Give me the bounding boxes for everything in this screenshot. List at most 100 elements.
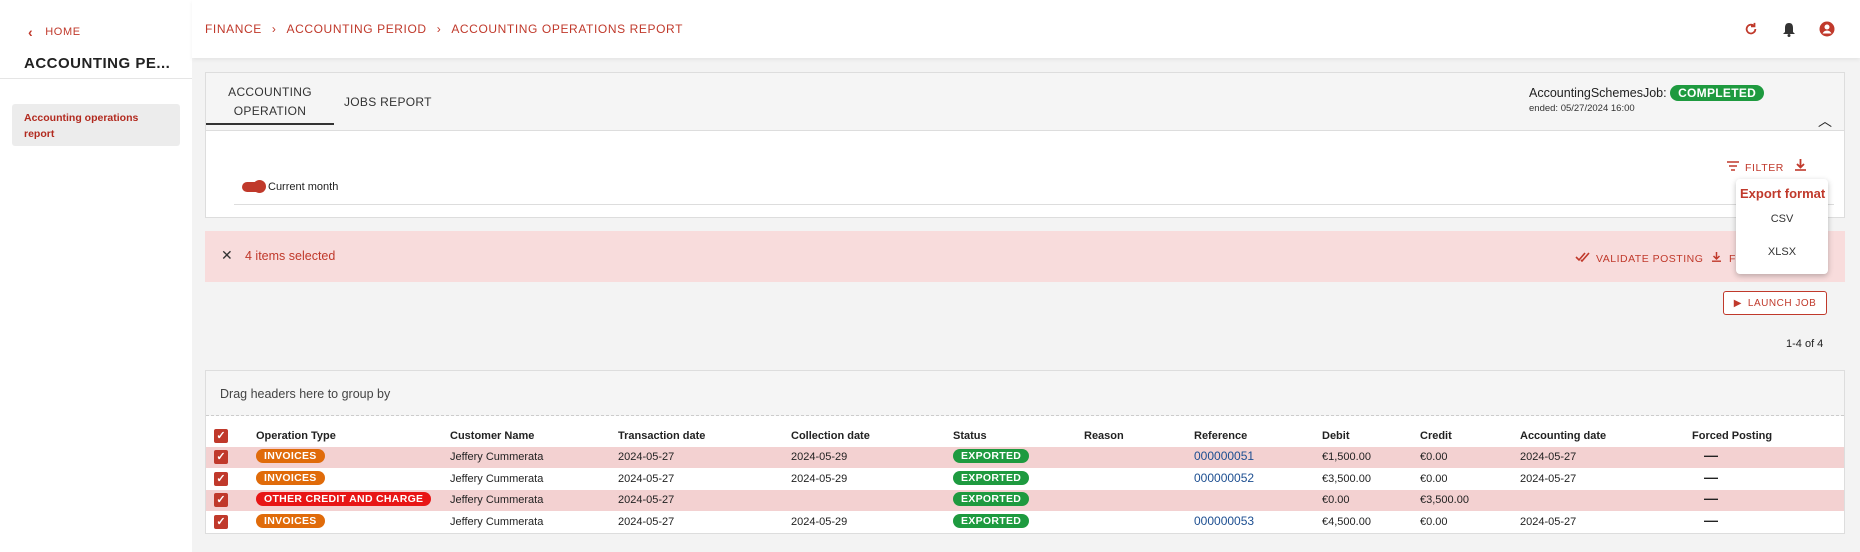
table-row[interactable]: ✓ OTHER CREDIT AND CHARGE Jeffery Cummer… — [206, 490, 1844, 511]
transaction-date: 2024-05-27 — [618, 451, 675, 463]
accounting-date: 2024-05-27 — [1520, 516, 1577, 528]
filter-button[interactable]: FILTER — [1727, 161, 1784, 174]
status-badge: EXPORTED — [953, 449, 1030, 463]
job-status: AccountingSchemesJob: COMPLETED — [1529, 85, 1765, 101]
table-row[interactable]: ✓ INVOICES Jeffery Cummerata 2024-05-27 … — [206, 447, 1844, 468]
selection-count: 4 items selected — [245, 249, 336, 263]
transaction-date: 2024-05-27 — [618, 494, 675, 506]
accounting-date: 2024-05-27 — [1520, 451, 1577, 463]
breadcrumb-accounting-period[interactable]: ACCOUNTING PERIOD — [286, 22, 426, 36]
operation-type-badge: INVOICES — [256, 471, 325, 485]
job-name: AccountingSchemesJob: — [1529, 86, 1667, 100]
current-month-label: Current month — [268, 181, 339, 193]
home-link[interactable]: ‹ HOME — [28, 24, 81, 40]
col-reference[interactable]: Reference — [1194, 430, 1247, 442]
tab-accounting-operation[interactable]: ACCOUNTING OPERATION — [206, 83, 334, 125]
collection-date: 2024-05-29 — [791, 516, 848, 528]
validate-posting-label: VALIDATE POSTING — [1596, 252, 1704, 265]
group-by-dropzone[interactable]: Drag headers here to group by — [206, 371, 1844, 416]
credit: €0.00 — [1420, 451, 1448, 463]
export-action-button[interactable]: F — [1712, 252, 1735, 265]
customer-name: Jeffery Cummerata — [450, 494, 544, 506]
account-icon[interactable] — [1816, 18, 1838, 40]
top-bar: FINANCE › ACCOUNTING PERIOD › ACCOUNTING… — [192, 0, 1860, 58]
export-option-csv[interactable]: CSV — [1736, 213, 1828, 225]
job-status-badge: COMPLETED — [1670, 85, 1765, 101]
selection-bar: ✕ 4 items selected VALIDATE POSTING F — [205, 231, 1845, 282]
export-action-label: F — [1729, 252, 1736, 265]
credit: €0.00 — [1420, 516, 1448, 528]
table-header: ✓ Operation Type Customer Name Transacti… — [206, 426, 1844, 447]
row-checkbox[interactable]: ✓ — [214, 515, 228, 529]
col-forced-posting[interactable]: Forced Posting — [1692, 430, 1772, 442]
download-icon[interactable] — [1795, 159, 1806, 174]
col-status[interactable]: Status — [953, 430, 987, 442]
table-row[interactable]: ✓ INVOICES Jeffery Cummerata 2024-05-27 … — [206, 512, 1844, 533]
debit: €4,500.00 — [1322, 516, 1371, 528]
col-debit[interactable]: Debit — [1322, 430, 1350, 442]
sidebar-divider — [0, 78, 192, 79]
row-checkbox[interactable]: ✓ — [214, 493, 228, 507]
col-operation-type[interactable]: Operation Type — [256, 430, 336, 442]
export-option-xlsx[interactable]: XLSX — [1736, 246, 1828, 258]
col-accounting-date[interactable]: Accounting date — [1520, 430, 1606, 442]
reference-link[interactable]: 000000052 — [1194, 471, 1254, 485]
reference-link[interactable]: 000000051 — [1194, 449, 1254, 463]
breadcrumb: FINANCE › ACCOUNTING PERIOD › ACCOUNTING… — [205, 22, 683, 36]
table-row[interactable]: ✓ INVOICES Jeffery Cummerata 2024-05-27 … — [206, 469, 1844, 490]
tab-jobs-report[interactable]: JOBS REPORT — [344, 93, 432, 112]
row-checkbox[interactable]: ✓ — [214, 450, 228, 464]
breadcrumb-finance[interactable]: FINANCE — [205, 22, 262, 36]
launch-job-button[interactable]: ▶ LAUNCH JOB — [1723, 291, 1827, 315]
breadcrumb-accounting-operations-report[interactable]: ACCOUNTING OPERATIONS REPORT — [451, 22, 683, 36]
current-month-toggle[interactable] — [242, 180, 266, 193]
filter-icon — [1727, 161, 1739, 174]
col-reason[interactable]: Reason — [1084, 430, 1124, 442]
debit: €1,500.00 — [1322, 451, 1371, 463]
sidebar-item-accounting-operations-report[interactable]: Accounting operations report — [12, 104, 180, 146]
row-checkbox[interactable]: ✓ — [214, 472, 228, 486]
bell-icon[interactable] — [1778, 18, 1800, 40]
col-credit[interactable]: Credit — [1420, 430, 1452, 442]
col-collection-date[interactable]: Collection date — [791, 430, 870, 442]
operations-grid: Drag headers here to group by ✓ Operatio… — [205, 370, 1845, 534]
select-all-checkbox[interactable]: ✓ — [214, 429, 228, 443]
export-format-title: Export format — [1740, 186, 1826, 201]
operation-type-badge: OTHER CREDIT AND CHARGE — [256, 492, 432, 506]
operation-type-badge: INVOICES — [256, 514, 325, 528]
home-label: HOME — [45, 26, 81, 38]
status-badge: EXPORTED — [953, 471, 1030, 485]
pagination-info: 1-4 of 4 — [1786, 338, 1824, 350]
transaction-date: 2024-05-27 — [618, 473, 675, 485]
debit: €0.00 — [1322, 494, 1350, 506]
close-icon[interactable]: ✕ — [221, 247, 233, 264]
status-badge: EXPORTED — [953, 514, 1030, 528]
col-customer-name[interactable]: Customer Name — [450, 430, 534, 442]
reference-link[interactable]: 000000053 — [1194, 514, 1254, 528]
operation-type-badge: INVOICES — [256, 449, 325, 463]
customer-name: Jeffery Cummerata — [450, 473, 544, 485]
credit: €0.00 — [1420, 473, 1448, 485]
forced-posting: — — [1704, 469, 1718, 485]
report-card: ACCOUNTING OPERATION JOBS REPORT Account… — [205, 72, 1845, 218]
credit: €3,500.00 — [1420, 494, 1469, 506]
play-icon: ▶ — [1733, 297, 1742, 309]
debit: €3,500.00 — [1322, 473, 1371, 485]
status-badge: EXPORTED — [953, 492, 1030, 506]
customer-name: Jeffery Cummerata — [450, 516, 544, 528]
refresh-icon[interactable] — [1740, 18, 1762, 40]
tabs-bar: ACCOUNTING OPERATION JOBS REPORT Account… — [206, 73, 1844, 131]
launch-job-label: LAUNCH JOB — [1747, 297, 1817, 309]
filter-label: FILTER — [1745, 161, 1784, 174]
forced-posting: — — [1704, 490, 1718, 506]
chevron-up-icon[interactable]: ︿ — [1818, 111, 1832, 131]
col-transaction-date[interactable]: Transaction date — [618, 430, 705, 442]
collection-date: 2024-05-29 — [791, 451, 848, 463]
double-check-icon — [1575, 252, 1591, 265]
forced-posting: — — [1704, 447, 1718, 463]
transaction-date: 2024-05-27 — [618, 516, 675, 528]
validate-posting-button[interactable]: VALIDATE POSTING — [1575, 252, 1703, 265]
sidebar: ‹ HOME ACCOUNTING PE... Accounting opera… — [0, 0, 192, 552]
accounting-date: 2024-05-27 — [1520, 473, 1577, 485]
export-format-menu: Export format CSV XLSX — [1736, 179, 1828, 274]
